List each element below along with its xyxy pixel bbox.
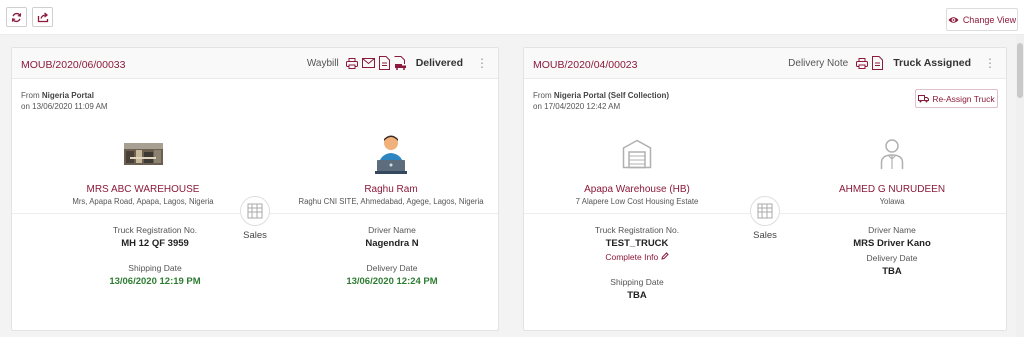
truck-registration-value: MH 12 QF 3959 <box>121 238 189 249</box>
driver-name-label: Driver Name <box>868 225 916 235</box>
card-header: MOUB/2020/04/00023 Delivery Note Truck A… <box>524 48 1006 79</box>
document-type-label: Waybill <box>306 57 339 69</box>
shipping-date-value: TBA <box>627 290 647 301</box>
warehouse-icon <box>537 134 737 174</box>
status-label: Delivered <box>415 57 463 69</box>
toolbar: Change View <box>0 0 1024 35</box>
document-icon[interactable] <box>871 56 884 70</box>
delivery-date-label: Delivery Date <box>366 263 418 273</box>
destination-address: Yolawa <box>879 197 905 206</box>
scrollbar-thumb[interactable] <box>1017 43 1023 98</box>
eye-icon <box>948 16 959 23</box>
person-laptop-icon <box>291 134 491 174</box>
driver-name-value: MRS Driver Kano <box>853 238 931 249</box>
shipping-date-value: 13/06/2020 12:19 PM <box>109 276 201 287</box>
order-type: Sales <box>745 196 785 241</box>
more-options-icon[interactable]: ⋮ <box>476 57 488 69</box>
export-button[interactable] <box>32 7 53 27</box>
delivery-date-value: 13/06/2020 12:24 PM <box>346 276 438 287</box>
from-source: Nigeria Portal (Self Collection) <box>553 91 670 100</box>
from-prefix: From <box>21 91 40 100</box>
delivery-date-value: TBA <box>882 266 902 277</box>
truck-registration: Truck Registration No. TEST_TRUCK Comple… <box>547 225 727 262</box>
order-type-label: Sales <box>753 230 777 241</box>
sales-icon <box>240 196 270 226</box>
truck-icon <box>918 94 930 102</box>
origin-name[interactable]: Apapa Warehouse (HB) <box>537 184 737 195</box>
origin-party: MRS ABC WAREHOUSE Mrs, Apapa Road, Apapa… <box>43 134 243 206</box>
order-source: From Nigeria Portal on 13/06/2020 11:09 … <box>21 90 108 112</box>
more-options-icon[interactable]: ⋮ <box>984 57 996 69</box>
truck-registration: Truck Registration No. MH 12 QF 3959 <box>65 225 245 249</box>
status-label: Truck Assigned <box>893 57 971 69</box>
scrollbar[interactable] <box>1016 35 1024 337</box>
order-card: MOUB/2020/04/00023 Delivery Note Truck A… <box>523 47 1007 331</box>
origin-address: Mrs, Apapa Road, Apapa, Lagos, Nigeria <box>72 197 214 206</box>
delivery-date: Delivery Date TBA <box>802 253 982 277</box>
change-view-button[interactable]: Change View <box>946 8 1018 31</box>
shipping-date-label: Shipping Date <box>128 263 182 273</box>
document-type-label: Delivery Note <box>788 57 849 69</box>
card-header: MOUB/2020/06/00033 Waybill Delivered ⋮ <box>12 48 498 79</box>
order-date: on 17/04/2020 12:42 AM <box>533 102 621 111</box>
truck-registration-label: Truck Registration No. <box>594 225 680 235</box>
document-icon[interactable] <box>378 56 391 70</box>
driver: Driver Name Nagendra N <box>302 225 482 249</box>
card-header-actions: Delivery Note Truck Assigned ⋮ <box>788 54 996 72</box>
driver-name-value: Nagendra N <box>365 238 419 249</box>
order-date: on 13/06/2020 11:09 AM <box>21 102 108 111</box>
pencil-icon <box>660 252 669 260</box>
card-header-actions: Waybill Delivered ⋮ <box>307 54 488 72</box>
destination-party: AHMED G NURUDEEN Yolawa <box>792 134 992 206</box>
change-view-label: Change View <box>962 14 1017 25</box>
from-source: Nigeria Portal <box>41 91 94 100</box>
truck-document-icon[interactable] <box>394 56 407 70</box>
truck-registration-value: TEST_TRUCK <box>605 238 669 249</box>
email-icon[interactable] <box>361 56 375 70</box>
warehouse-photo <box>43 134 243 174</box>
sales-icon <box>750 196 780 226</box>
origin-party: Apapa Warehouse (HB) 7 Alapere Low Cost … <box>537 134 737 206</box>
order-card: MOUB/2020/06/00033 Waybill Delivered ⋮ F… <box>11 47 499 331</box>
from-prefix: From <box>533 91 552 100</box>
print-icon[interactable] <box>855 56 868 70</box>
complete-info-link[interactable]: Complete Info <box>547 252 727 262</box>
truck-registration-label: Truck Registration No. <box>112 225 198 235</box>
orders-area: MOUB/2020/06/00033 Waybill Delivered ⋮ F… <box>0 35 1016 337</box>
refresh-button[interactable] <box>6 7 27 27</box>
shipping-date: Shipping Date 13/06/2020 12:19 PM <box>65 263 245 287</box>
order-source: From Nigeria Portal (Self Collection) on… <box>533 90 669 112</box>
origin-address: 7 Alapere Low Cost Housing Estate <box>575 197 699 206</box>
destination-name[interactable]: AHMED G NURUDEEN <box>792 184 992 195</box>
driver-name-label: Driver Name <box>368 225 416 235</box>
shipping-date: Shipping Date TBA <box>547 277 727 301</box>
driver: Driver Name MRS Driver Kano <box>802 225 982 249</box>
person-icon <box>792 134 992 174</box>
destination-party: Raghu Ram Raghu CNI SITE, Ahmedabad, Age… <box>291 134 491 206</box>
delivery-date: Delivery Date 13/06/2020 12:24 PM <box>302 263 482 287</box>
order-id-link[interactable]: MOUB/2020/04/00023 <box>533 59 638 71</box>
delivery-date-label: Delivery Date <box>866 253 918 263</box>
export-icon <box>37 11 48 22</box>
destination-address: Raghu CNI SITE, Ahmedabad, Agege, Lagos,… <box>298 197 484 206</box>
refresh-icon <box>11 12 22 22</box>
order-id-link[interactable]: MOUB/2020/06/00033 <box>21 59 126 71</box>
reassign-truck-label: Re-Assign Truck <box>932 93 995 104</box>
destination-name[interactable]: Raghu Ram <box>291 184 491 195</box>
shipping-date-label: Shipping Date <box>610 277 664 287</box>
print-icon[interactable] <box>346 56 359 70</box>
origin-name[interactable]: MRS ABC WAREHOUSE <box>43 184 243 195</box>
complete-info-label: Complete Info <box>605 252 659 262</box>
reassign-truck-button[interactable]: Re-Assign Truck <box>915 89 998 108</box>
